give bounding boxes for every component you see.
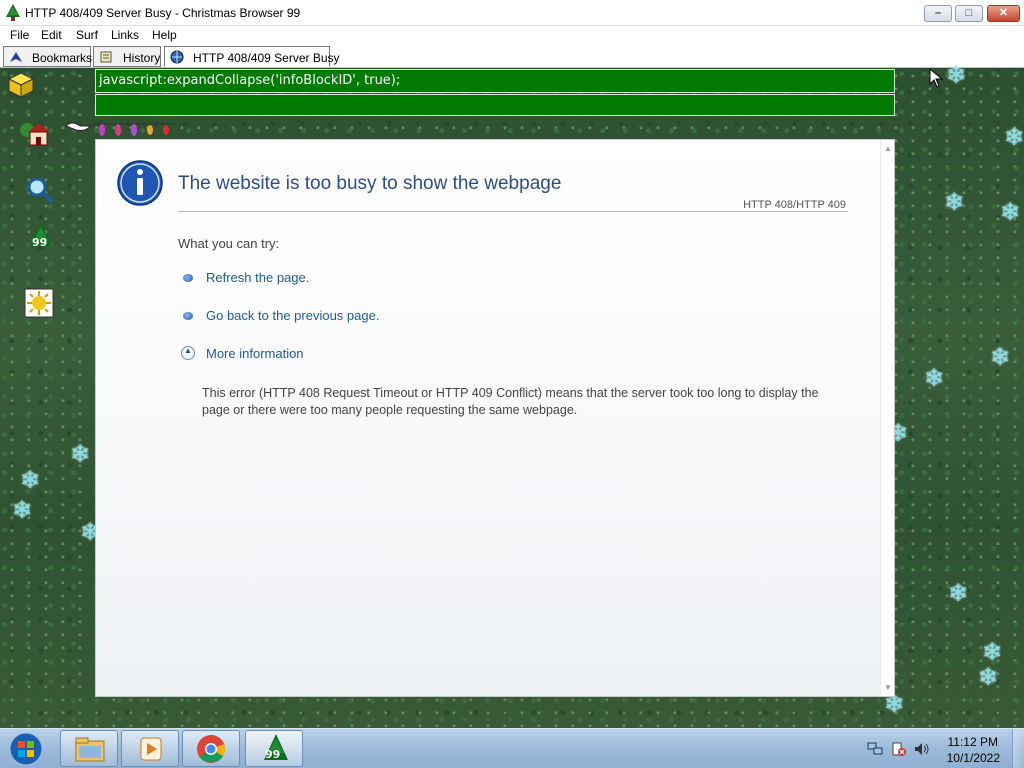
action-center-icon[interactable] bbox=[891, 742, 907, 756]
bullet-icon bbox=[183, 312, 193, 320]
scroll-icon bbox=[100, 51, 112, 63]
start-button[interactable] bbox=[4, 731, 48, 767]
mouse-cursor-icon bbox=[929, 68, 943, 88]
page-title: The website is too busy to show the webp… bbox=[178, 173, 562, 194]
tab-history[interactable]: History bbox=[93, 46, 161, 67]
heading-divider bbox=[178, 211, 848, 212]
scroll-down-icon[interactable]: ▼ bbox=[884, 683, 892, 692]
box-icon[interactable] bbox=[6, 70, 36, 100]
clock-date[interactable]: 10/1/2022 bbox=[947, 751, 1000, 765]
tree-99-badge: 99 bbox=[32, 236, 48, 249]
christmas-browser-taskbar-button[interactable]: 99 bbox=[245, 730, 303, 767]
bookmark-arrow-icon bbox=[10, 52, 22, 62]
close-button[interactable]: ✕ bbox=[987, 5, 1020, 22]
tab-bar: Bookmarks History HTTP 408/409 Server Bu… bbox=[0, 44, 1024, 68]
status-bar bbox=[95, 94, 895, 116]
maximize-icon: □ bbox=[965, 7, 973, 19]
show-desktop-button[interactable] bbox=[1012, 729, 1024, 768]
snowflake-icon: ❄ bbox=[12, 496, 33, 524]
search-icon[interactable] bbox=[25, 175, 55, 205]
menu-edit[interactable]: Edit bbox=[41, 28, 62, 42]
chrome-taskbar-button[interactable] bbox=[182, 730, 240, 767]
refresh-link[interactable]: Refresh the page. bbox=[206, 270, 309, 285]
scrollbar[interactable]: ▲ ▼ bbox=[880, 140, 894, 696]
sun-icon[interactable] bbox=[24, 288, 54, 318]
snowflake-icon: ❄ bbox=[948, 579, 969, 607]
tab-history-label: History bbox=[123, 51, 161, 65]
menu-surf[interactable]: Surf bbox=[76, 28, 98, 42]
more-information-link[interactable]: More information bbox=[206, 346, 304, 361]
tab-active-label: HTTP 408/409 Server Busy bbox=[193, 51, 340, 65]
go-back-link[interactable]: Go back to the previous page. bbox=[206, 308, 379, 323]
tab-bookmarks[interactable]: Bookmarks bbox=[3, 46, 93, 67]
snowflake-icon: ❄ bbox=[944, 188, 965, 216]
christmas-browser-badge: 99 bbox=[265, 748, 281, 761]
menu-file[interactable]: File bbox=[10, 28, 29, 42]
snowflake-icon: ❄ bbox=[70, 440, 91, 468]
scroll-up-icon[interactable]: ▲ bbox=[884, 144, 892, 153]
chrome-icon bbox=[197, 735, 225, 763]
error-page: The website is too busy to show the webp… bbox=[95, 139, 895, 697]
tab-bookmarks-label: Bookmarks bbox=[32, 51, 93, 65]
christmas-tree-icon bbox=[6, 4, 20, 21]
menu-links[interactable]: Links bbox=[111, 28, 139, 42]
snowflake-icon: ❄ bbox=[982, 638, 1003, 666]
network-icon[interactable] bbox=[867, 742, 883, 756]
media-player-icon bbox=[140, 737, 162, 761]
clock-time[interactable]: 11:12 PM bbox=[948, 735, 998, 749]
minimize-icon: – bbox=[934, 7, 942, 19]
taskbar: 99 11:12 PM 10/1/2022 bbox=[0, 728, 1024, 768]
menu-help[interactable]: Help bbox=[152, 28, 177, 42]
snowflake-icon: ❄ bbox=[1000, 198, 1021, 226]
globe-page-icon bbox=[170, 50, 184, 64]
minimize-button[interactable]: – bbox=[924, 5, 952, 22]
explorer-taskbar-button[interactable] bbox=[60, 730, 118, 767]
christmas-lights-icon bbox=[65, 122, 176, 136]
title-bar: HTTP 408/409 Server Busy - Christmas Bro… bbox=[0, 0, 1024, 26]
snowflake-icon: ❄ bbox=[946, 61, 967, 89]
snowflake-icon: ❄ bbox=[1004, 123, 1024, 151]
snowflake-icon: ❄ bbox=[20, 466, 41, 494]
snowflake-icon: ❄ bbox=[990, 343, 1011, 371]
info-icon bbox=[117, 160, 163, 206]
menu-bar: File Edit Surf Links Help bbox=[0, 26, 1024, 44]
close-icon: ✕ bbox=[998, 7, 1009, 19]
window-title: HTTP 408/409 Server Busy - Christmas Bro… bbox=[25, 6, 301, 20]
volume-icon[interactable] bbox=[914, 742, 930, 756]
address-bar[interactable]: javascript:expandCollapse('infoBlockID',… bbox=[95, 69, 895, 93]
folder-icon bbox=[75, 737, 105, 762]
maximize-button[interactable]: □ bbox=[955, 5, 983, 22]
try-label: What you can try: bbox=[178, 236, 280, 251]
tree-99-icon[interactable]: 99 bbox=[26, 222, 56, 252]
bullet-icon bbox=[183, 274, 193, 282]
collapse-icon[interactable]: ▲ bbox=[181, 346, 195, 360]
snowflake-icon: ❄ bbox=[978, 663, 999, 691]
media-player-taskbar-button[interactable] bbox=[121, 730, 179, 767]
tab-active-page[interactable]: HTTP 408/409 Server Busy bbox=[164, 46, 340, 67]
snowflake-icon: ❄ bbox=[924, 364, 945, 392]
home-icon[interactable] bbox=[19, 118, 49, 148]
error-details: This error (HTTP 408 Request Timeout or … bbox=[202, 386, 819, 417]
error-code-label: HTTP 408/HTTP 409 bbox=[743, 199, 846, 211]
